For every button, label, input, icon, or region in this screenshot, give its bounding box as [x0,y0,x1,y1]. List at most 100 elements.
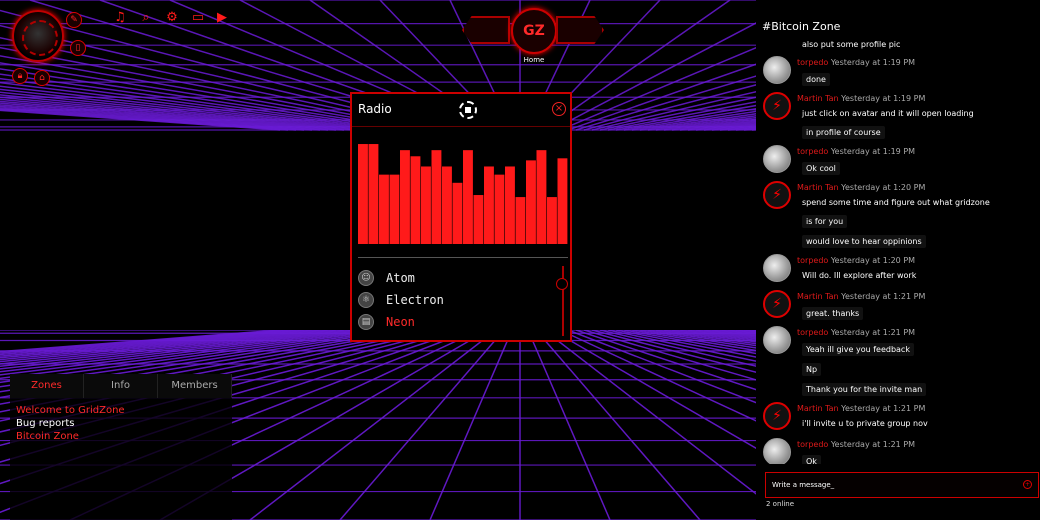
zones-tabs: Zones Info Members [10,374,232,398]
eq-bar [536,150,547,244]
message-author[interactable]: Martin Tan [797,94,841,103]
message-list[interactable]: also put some profile pic torpedo Yesterd… [756,40,1040,464]
chat-panel: #Bitcoin Zone also put some profile pic t… [756,0,1040,520]
message-text: spend some time and figure out what grid… [802,198,990,207]
eq-bar [431,150,442,244]
message-text: great. thanks [802,307,864,320]
message-author[interactable]: Martin Tan [797,183,841,192]
eq-bar [515,197,526,244]
message-author[interactable]: torpedo [797,328,831,337]
message-author[interactable]: torpedo [797,147,831,156]
eq-bar [557,158,568,244]
message-text: done [802,73,830,86]
user-avatar[interactable] [763,438,791,464]
tab-info[interactable]: Info [84,374,158,398]
user-avatar[interactable] [763,254,791,282]
phone-icon[interactable]: ▯ [70,40,86,56]
user-avatar[interactable] [763,145,791,173]
message-time: Yesterday at 1:21 PM [841,292,926,301]
message-meta: Martin Tan Yesterday at 1:21 PM [797,404,925,413]
message-author[interactable]: torpedo [797,256,831,265]
zones-panel: Zones Info Members Welcome to GridZone B… [10,374,232,520]
trash-icon[interactable]: ⌂ [34,70,50,86]
eq-bar [379,174,389,244]
volume-slider[interactable] [562,266,564,336]
atom-icon: ⚛ [358,292,374,308]
send-icon[interactable]: + [1023,480,1032,489]
user-avatar[interactable] [763,56,791,84]
volume-knob[interactable] [556,278,568,290]
user-avatar[interactable] [763,326,791,354]
user-avatar[interactable] [12,10,64,62]
eq-bar [400,150,410,244]
online-count: 2 online [766,500,795,508]
station-neon[interactable]: ▤ Neon [358,312,415,332]
close-icon[interactable]: × [552,102,566,116]
user-avatar[interactable]: ⚡ [763,290,791,318]
message-text: Ok [802,455,821,464]
message-meta: torpedo Yesterday at 1:19 PM [797,147,915,156]
zone-item-bitcoin[interactable]: Bitcoin Zone [10,430,232,443]
message-meta: Martin Tan Yesterday at 1:20 PM [797,183,925,192]
station-atom[interactable]: ☺ Atom [358,268,415,288]
edit-icon[interactable]: ✎ [66,12,82,28]
message-time: Yesterday at 1:20 PM [841,183,926,192]
message-text: Yeah ill give you feedback [802,343,914,356]
message-text: Np [802,363,822,376]
eq-bar [526,160,536,244]
message-author[interactable]: torpedo [797,58,831,67]
message-text: in profile of course [802,126,885,139]
home-label: Home [523,56,545,64]
eq-bar [463,150,473,244]
message-text: Ok cool [802,162,840,175]
message-input[interactable]: Write a message_ + [765,472,1039,498]
grid-menu-button[interactable] [556,16,604,44]
search-icon[interactable]: ⌕ [138,10,154,26]
user-avatar[interactable]: ⚡ [763,402,791,430]
message-meta: torpedo Yesterday at 1:20 PM [797,256,915,265]
station-electron[interactable]: ⚛ Electron [358,290,444,310]
zone-item-bug-reports[interactable]: Bug reports [10,417,232,430]
message-meta: Martin Tan Yesterday at 1:21 PM [797,292,925,301]
message-author[interactable]: Martin Tan [797,404,841,413]
refresh-button[interactable] [462,16,510,44]
message-text: is for you [802,215,848,228]
divider [358,257,568,258]
divider [352,126,570,127]
eq-bar [442,166,452,244]
message-meta: torpedo Yesterday at 1:19 PM [797,58,915,67]
lock-icon[interactable]: 🔒︎ [12,68,28,84]
equalizer [358,144,568,244]
home-button[interactable]: GZ [511,8,557,54]
message-author[interactable]: torpedo [797,440,831,449]
eq-bar [494,174,505,244]
zone-item-welcome[interactable]: Welcome to GridZone [10,404,232,417]
eq-bar [505,166,515,244]
tab-zones[interactable]: Zones [10,374,84,398]
music-icon[interactable]: ♫ [112,10,128,26]
eq-bar [484,166,494,244]
message-text: just click on avatar and it will open lo… [802,109,974,118]
eq-bar [547,197,557,244]
user-avatar[interactable]: ⚡ [763,92,791,120]
message-time: Yesterday at 1:19 PM [830,147,916,156]
chat-title: #Bitcoin Zone [762,20,841,33]
message-text: Thank you for the invite man [802,383,927,396]
message-text: would love to hear oppinions [802,235,926,248]
eq-bar [452,182,463,244]
eq-bar [473,195,484,244]
user-avatar[interactable]: ⚡ [763,181,791,209]
stop-button[interactable] [459,101,477,119]
message-time: Yesterday at 1:20 PM [830,256,916,265]
message-meta: torpedo Yesterday at 1:21 PM [797,440,915,449]
play-icon[interactable]: ▶ [214,10,230,26]
settings-icon[interactable]: ⚙ [164,10,180,26]
message-time: Yesterday at 1:21 PM [841,404,926,413]
chat-icon[interactable]: ▭ [190,10,206,26]
keyboard-icon: ▤ [358,314,374,330]
radio-panel: Radio × ☺ Atom ⚛ Electron ▤ Neon [350,92,572,342]
alien-icon: ☺ [358,270,374,286]
message-author[interactable]: Martin Tan [797,292,841,301]
tab-members[interactable]: Members [158,374,232,398]
message-time: Yesterday at 1:21 PM [830,440,916,449]
